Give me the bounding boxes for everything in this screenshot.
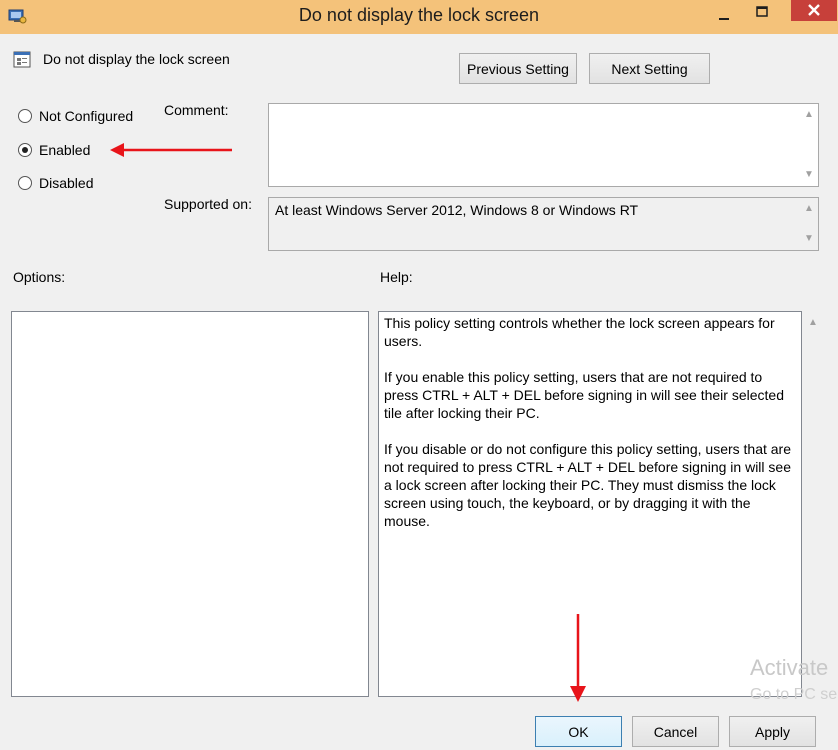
policy-name: Do not display the lock screen <box>43 51 230 67</box>
help-panel: This policy setting controls whether the… <box>378 311 802 697</box>
supported-on-label: Supported on: <box>164 196 252 212</box>
scroll-up-icon[interactable]: ▲ <box>804 110 814 120</box>
radio-enabled[interactable]: Enabled <box>18 142 90 158</box>
supported-on-value: At least Windows Server 2012, Windows 8 … <box>275 202 639 218</box>
help-paragraph: If you enable this policy setting, users… <box>384 369 784 421</box>
title-bar[interactable]: Do not display the lock screen <box>0 0 838 34</box>
close-button[interactable] <box>791 0 837 21</box>
help-paragraph: If you disable or do not configure this … <box>384 441 792 529</box>
radio-circle-checked[interactable] <box>18 143 32 157</box>
radio-circle[interactable] <box>18 109 32 123</box>
scroll-up-icon[interactable]: ▲ <box>804 204 814 214</box>
options-panel <box>11 311 369 697</box>
next-setting-button[interactable]: Next Setting <box>589 53 710 84</box>
help-paragraph: This policy setting controls whether the… <box>384 315 775 349</box>
comment-scrollbar[interactable]: ▲ ▼ <box>800 104 818 186</box>
close-icon <box>808 4 820 16</box>
policy-dialog-window: Do not display the lock screen Do not di… <box>0 0 838 750</box>
window-title: Do not display the lock screen <box>298 5 540 25</box>
comment-textarea[interactable]: ▲ ▼ <box>268 103 819 187</box>
supported-on-box: At least Windows Server 2012, Windows 8 … <box>268 197 819 251</box>
cancel-button[interactable]: Cancel <box>632 716 719 747</box>
supported-scrollbar[interactable]: ▲ ▼ <box>800 198 818 250</box>
policy-setting-icon <box>13 50 33 70</box>
scroll-up-icon[interactable]: ▲ <box>808 317 818 328</box>
comment-label: Comment: <box>164 102 229 118</box>
apply-button[interactable]: Apply <box>729 716 816 747</box>
previous-setting-button[interactable]: Previous Setting <box>459 53 577 84</box>
scroll-down-icon[interactable]: ▼ <box>804 234 814 244</box>
ok-button[interactable]: OK <box>535 716 622 747</box>
red-arrow-down-icon <box>570 614 586 702</box>
radio-circle[interactable] <box>18 176 32 190</box>
radio-disabled[interactable]: Disabled <box>18 175 93 191</box>
radio-label: Disabled <box>39 175 94 191</box>
maximize-button[interactable] <box>752 5 772 19</box>
activate-watermark: Activate <box>750 655 829 680</box>
radio-label: Not Configured <box>39 108 134 124</box>
minimize-button[interactable] <box>714 8 734 20</box>
help-text: This policy setting controls whether the… <box>384 314 796 548</box>
options-label: Options: <box>13 269 66 285</box>
radio-label: Enabled <box>39 142 91 158</box>
radio-not-configured[interactable]: Not Configured <box>18 108 133 124</box>
help-label: Help: <box>380 269 413 285</box>
help-scrollbar[interactable]: ▲ <box>804 311 822 697</box>
red-arrow-left-icon <box>110 143 232 157</box>
scroll-down-icon[interactable]: ▼ <box>804 170 814 180</box>
activate-watermark-sub: Go to PC se <box>750 686 838 703</box>
